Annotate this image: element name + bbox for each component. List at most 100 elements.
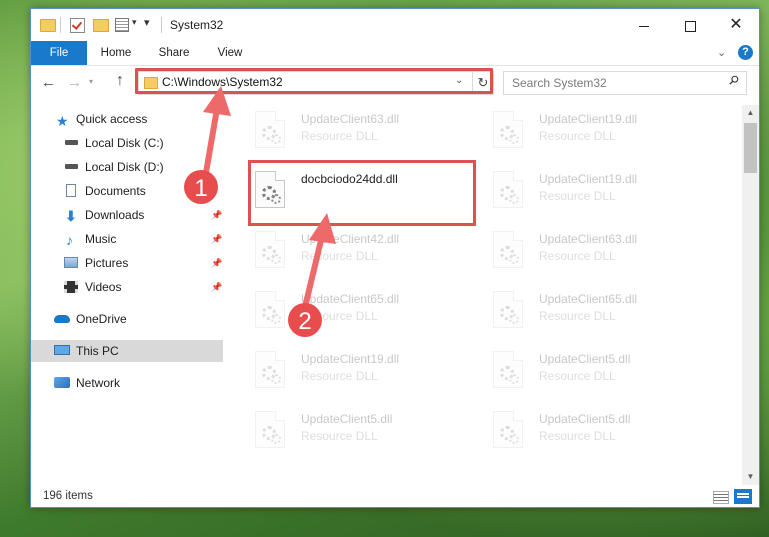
large-icons-view-icon[interactable] — [734, 489, 752, 504]
pictures-icon — [64, 257, 78, 268]
item-count: 196 items — [43, 490, 93, 502]
address-highlight-box — [135, 68, 493, 94]
sidebar-item-label: Pictures — [85, 256, 129, 270]
file-type: Resource DLL — [301, 429, 378, 443]
dll-file-icon — [493, 291, 523, 328]
file-name: UpdateClient63.dll — [539, 232, 638, 246]
recent-locations-icon[interactable]: ▾ — [89, 77, 93, 86]
file-name: UpdateClient5.dll — [539, 352, 631, 366]
sidebar-item-documents[interactable]: Documents — [31, 180, 223, 202]
sidebar-item-onedrive[interactable]: OneDrive — [31, 308, 223, 330]
sidebar-item-music[interactable]: ♪ Music 📌 — [31, 228, 223, 250]
navigation-bar: ← → ▾ ↑ C:\Windows\System32 ⌄ ↻ Search S… — [31, 66, 759, 100]
vertical-scrollbar[interactable]: ▲ ▼ — [742, 105, 759, 485]
customize-toolbar-icon[interactable]: ▾ — [144, 16, 150, 32]
file-type: Resource DLL — [539, 189, 616, 203]
pin-icon[interactable]: 📌 — [211, 276, 222, 298]
navigation-pane: ★ Quick access Local Disk (C:) Local Dis… — [31, 105, 223, 485]
music-icon: ♪ — [66, 232, 73, 248]
sidebar-item-label: Local Disk (C:) — [85, 136, 164, 150]
sidebar-item-label: Downloads — [85, 208, 145, 222]
scroll-down-icon[interactable]: ▼ — [742, 469, 759, 485]
file-type: Resource DLL — [301, 309, 378, 323]
sidebar-item-quick-access[interactable]: ★ Quick access — [31, 108, 223, 130]
maximize-button[interactable] — [667, 9, 713, 41]
tab-home[interactable]: Home — [91, 41, 141, 65]
close-button[interactable]: ✕ — [713, 9, 759, 41]
cloud-icon — [54, 315, 70, 323]
search-icon[interactable] — [729, 75, 739, 85]
list-item[interactable]: UpdateClient63.dll Resource DLL — [487, 228, 707, 274]
chevron-down-icon[interactable]: ▾ — [132, 17, 137, 33]
sidebar-item-this-pc[interactable]: This PC — [31, 340, 223, 362]
list-item[interactable]: UpdateClient19.dll Resource DLL — [249, 348, 469, 394]
new-folder-icon[interactable] — [93, 19, 109, 32]
dll-file-icon — [493, 231, 523, 268]
sidebar-item-network[interactable]: Network — [31, 372, 223, 394]
back-button[interactable]: ← — [41, 74, 56, 91]
dll-file-icon — [255, 231, 285, 268]
sidebar-item-label: OneDrive — [76, 312, 127, 326]
drive-icon — [65, 164, 78, 169]
network-icon — [54, 377, 70, 388]
tab-file[interactable]: File — [31, 41, 87, 65]
window-title: System32 — [170, 18, 224, 32]
scroll-up-icon[interactable]: ▲ — [742, 105, 759, 121]
computer-icon — [54, 345, 70, 355]
search-placeholder: Search System32 — [512, 76, 607, 90]
scroll-thumb[interactable] — [744, 123, 757, 173]
sidebar-item-downloads[interactable]: ⬇ Downloads 📌 — [31, 204, 223, 226]
properties-check-icon[interactable] — [70, 18, 85, 33]
sidebar-item-label: Documents — [85, 184, 146, 198]
list-item[interactable]: UpdateClient19.dll Resource DLL — [487, 108, 707, 154]
file-type: Resource DLL — [539, 249, 616, 263]
list-item[interactable]: UpdateClient5.dll Resource DLL — [487, 348, 707, 394]
dll-file-icon — [255, 411, 285, 448]
downloads-icon: ⬇ — [65, 208, 77, 224]
dll-file-icon — [493, 171, 523, 208]
pin-icon[interactable]: 📌 — [211, 252, 222, 274]
list-item[interactable]: UpdateClient42.dll Resource DLL — [249, 228, 469, 274]
file-type: Resource DLL — [301, 369, 378, 383]
tab-share[interactable]: Share — [149, 41, 199, 65]
file-type: Resource DLL — [301, 129, 378, 143]
sidebar-item-local-disk-c[interactable]: Local Disk (C:) — [31, 132, 223, 154]
list-item[interactable]: UpdateClient65.dll Resource DLL — [487, 288, 707, 334]
ribbon-tabs: File Home Share View ⌄ ? — [31, 41, 759, 66]
file-name: UpdateClient65.dll — [301, 292, 400, 306]
properties-icon[interactable] — [115, 18, 129, 32]
list-item[interactable]: UpdateClient65.dll Resource DLL — [249, 288, 469, 334]
minimize-button[interactable] — [621, 9, 667, 41]
file-name: UpdateClient63.dll — [301, 112, 400, 126]
file-name: UpdateClient65.dll — [539, 292, 638, 306]
pin-icon[interactable]: 📌 — [211, 204, 222, 226]
folder-icon — [40, 19, 56, 32]
details-view-icon[interactable] — [713, 491, 729, 504]
tab-view[interactable]: View — [205, 41, 255, 65]
minimize-icon — [639, 25, 649, 27]
pin-icon[interactable]: 📌 — [211, 228, 222, 250]
expand-ribbon-icon[interactable]: ⌄ — [717, 46, 726, 59]
star-icon: ★ — [56, 113, 69, 129]
videos-icon — [64, 281, 78, 293]
sidebar-item-label: Network — [76, 376, 121, 390]
list-item[interactable]: UpdateClient5.dll Resource DLL — [487, 408, 707, 454]
list-item[interactable]: UpdateClient63.dll Resource DLL — [249, 108, 469, 154]
sidebar-item-label: Quick access — [76, 112, 148, 126]
sidebar-item-pictures[interactable]: Pictures 📌 — [31, 252, 223, 274]
sidebar-item-label: Local Disk (D:) — [85, 160, 164, 174]
file-name: UpdateClient5.dll — [539, 412, 631, 426]
sidebar-item-label: This PC — [76, 344, 119, 358]
file-explorer-window: ▾ ▾ System32 ✕ File Home Share View ⌄ ? … — [30, 8, 760, 508]
dll-file-icon — [255, 291, 285, 328]
forward-button[interactable]: → — [67, 74, 82, 91]
list-item[interactable]: UpdateClient19.dll Resource DLL — [487, 168, 707, 214]
help-icon[interactable]: ? — [738, 45, 753, 60]
sidebar-item-videos[interactable]: Videos 📌 — [31, 276, 223, 298]
list-item[interactable]: UpdateClient5.dll Resource DLL — [249, 408, 469, 454]
dll-file-icon — [255, 351, 285, 388]
file-highlight-box — [248, 160, 476, 226]
search-input[interactable]: Search System32 — [503, 71, 747, 95]
up-button[interactable]: ↑ — [116, 72, 124, 90]
sidebar-item-local-disk-d[interactable]: Local Disk (D:) — [31, 156, 223, 178]
